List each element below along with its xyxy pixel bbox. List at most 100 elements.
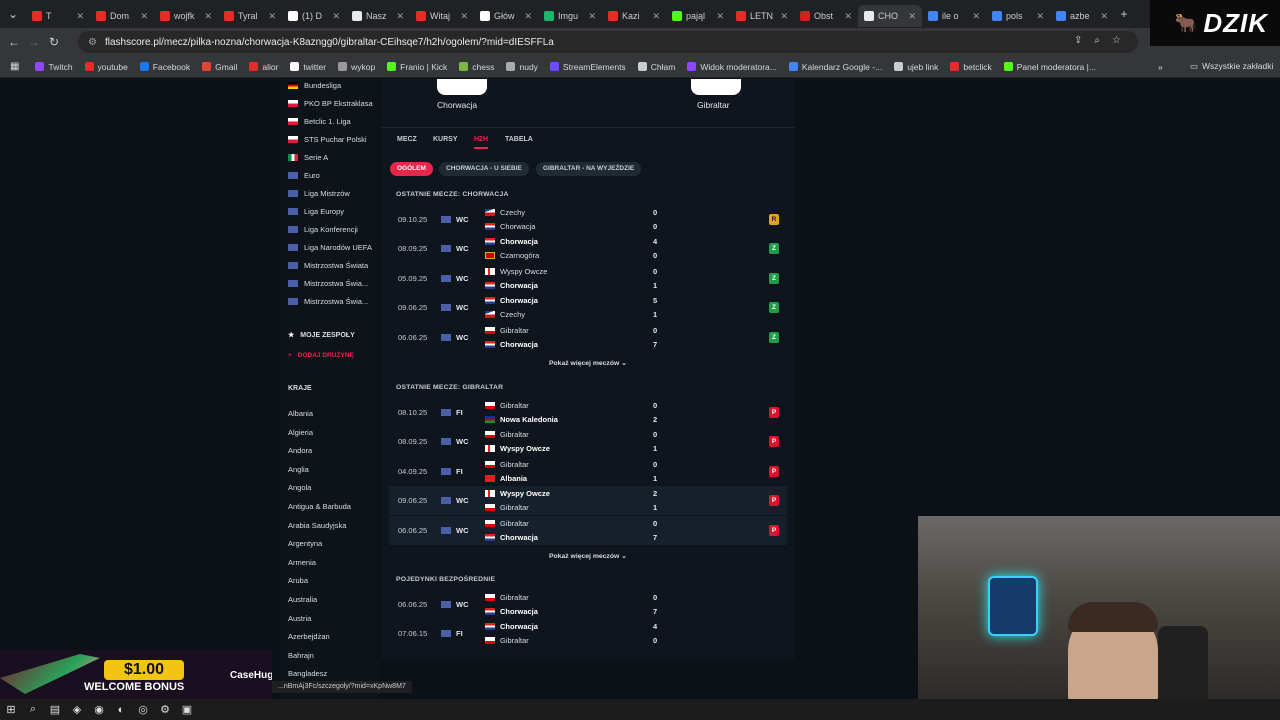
sidebar-league-item[interactable]: Liga Mistrzów: [288, 189, 350, 198]
browser-tab[interactable]: wojfk ✕: [154, 5, 218, 27]
match-row[interactable]: 07.06.15 FI Chorwacja 4 Gibraltar 0: [389, 619, 787, 648]
country-item[interactable]: Australia: [288, 595, 317, 604]
sidebar-league-item[interactable]: Mistrzostwa Świa...: [288, 297, 368, 306]
home-team-name[interactable]: Chorwacja: [437, 100, 477, 110]
bookmark-item[interactable]: Widok moderatora...: [681, 62, 783, 72]
zoom-icon[interactable]: ⌕: [1094, 35, 1100, 46]
browser-tab[interactable]: (1) D ✕: [282, 5, 346, 27]
bookmark-item[interactable]: Franio | Kick: [381, 62, 453, 72]
country-item[interactable]: Bahrajn: [288, 651, 314, 660]
sidebar-league-item[interactable]: Betclic 1. Liga: [288, 117, 351, 126]
country-item[interactable]: Antigua & Barbuda: [288, 502, 351, 511]
bookmark-item[interactable]: Panel moderatora |...: [998, 62, 1102, 72]
country-item[interactable]: Azerbejdżan: [288, 632, 330, 641]
sidebar-league-item[interactable]: Mistrzostwa Świa...: [288, 279, 368, 288]
browser-tab[interactable]: Witaj ✕: [410, 5, 474, 27]
app2-icon[interactable]: ◎: [132, 703, 154, 716]
filter-pill[interactable]: CHORWACJA - U SIEBIE: [439, 162, 529, 176]
sidebar-league-item[interactable]: Liga Narodów UEFA: [288, 243, 372, 252]
country-item[interactable]: Anglia: [288, 465, 309, 474]
browser-tab[interactable]: LETN ✕: [730, 5, 794, 27]
country-item[interactable]: Armenia: [288, 558, 316, 567]
sidebar-league-item[interactable]: PKO BP Ekstraklasa: [288, 99, 373, 108]
sidebar-league-item[interactable]: Liga Europy: [288, 207, 344, 216]
browser-tab[interactable]: CHO ✕: [858, 5, 922, 27]
close-tab-icon[interactable]: ✕: [204, 11, 212, 22]
bookmark-item[interactable]: chess: [453, 62, 500, 72]
site-info-icon[interactable]: ⚙: [88, 37, 97, 48]
bookmark-item[interactable]: ujeb link: [888, 62, 944, 72]
sidebar-league-item[interactable]: Mistrzostwa Świata: [288, 261, 368, 270]
close-tab-icon[interactable]: ✕: [1100, 11, 1108, 22]
reload-icon[interactable]: ↻: [44, 35, 64, 49]
match-row[interactable]: 09.06.25 WC Chorwacja 5 Czechy 1 Z: [389, 293, 787, 322]
match-row[interactable]: 08.09.25 WC Gibraltar 0 Wyspy Owcze 1 P: [389, 427, 787, 456]
match-row[interactable]: 04.09.25 FI Gibraltar 0 Albania 1 P: [389, 457, 787, 486]
match-row[interactable]: 08.10.25 FI Gibraltar 0 Nowa Kaledonia 2 P: [389, 398, 787, 427]
match-row[interactable]: 06.06.25 WC Gibraltar 0 Chorwacja 7: [389, 590, 787, 619]
match-row[interactable]: 06.06.25 WC Gibraltar 0 Chorwacja 7 Z: [389, 323, 787, 352]
country-item[interactable]: Austria: [288, 614, 311, 623]
close-tab-icon[interactable]: ✕: [76, 11, 84, 22]
away-team-name[interactable]: Gibraltar: [697, 100, 730, 110]
app3-icon[interactable]: ▣: [176, 703, 198, 716]
browser-tab[interactable]: Nasz ✕: [346, 5, 410, 27]
close-tab-icon[interactable]: ✕: [716, 11, 724, 22]
sidebar-league-item[interactable]: STS Puchar Polski: [288, 135, 367, 144]
filter-pill[interactable]: OGÓLEM: [390, 162, 433, 176]
match-row[interactable]: 08.09.25 WC Chorwacja 4 Czarnogóra 0 Z: [389, 234, 787, 263]
match-row[interactable]: 09.10.25 WC Czechy 0 Chorwacja 0 R: [389, 205, 787, 234]
match-row[interactable]: 06.06.25 WC Gibraltar 0 Chorwacja 7 P: [389, 515, 787, 545]
search-icon[interactable]: ⌕: [22, 703, 44, 716]
browser-tab[interactable]: Głów ✕: [474, 5, 538, 27]
browser-tab[interactable]: ile o ✕: [922, 5, 986, 27]
close-tab-icon[interactable]: ✕: [972, 11, 980, 22]
browser-tab[interactable]: Imgu ✕: [538, 5, 602, 27]
install-icon[interactable]: ⇪: [1074, 35, 1082, 46]
close-tab-icon[interactable]: ✕: [268, 11, 276, 22]
browser-tab[interactable]: azbe ✕: [1050, 5, 1114, 27]
close-tab-icon[interactable]: ✕: [1036, 11, 1044, 22]
sidebar-league-item[interactable]: Liga Konferencji: [288, 225, 358, 234]
more-bookmarks-icon[interactable]: »: [1158, 62, 1163, 72]
browser-tab[interactable]: T ✕: [26, 5, 90, 27]
close-tab-icon[interactable]: ✕: [908, 11, 916, 22]
tab-kursy[interactable]: KURSY: [433, 136, 458, 143]
sidebar-league-item[interactable]: Bundesliga: [288, 81, 341, 90]
match-row[interactable]: 09.06.25 WC Wyspy Owcze 2 Gibraltar 1 P: [389, 486, 787, 516]
country-item[interactable]: Bangladesz: [288, 669, 327, 678]
browser-tab[interactable]: Tyral ✕: [218, 5, 282, 27]
sidebar-league-item[interactable]: Euro: [288, 171, 320, 180]
bookmark-star-icon[interactable]: ☆: [1112, 35, 1121, 46]
country-item[interactable]: Aruba: [288, 576, 308, 585]
new-tab-button[interactable]: +: [1114, 7, 1134, 21]
show-more-link[interactable]: Pokaż więcej meczów ⌄: [549, 552, 627, 560]
bookmark-item[interactable]: Facebook: [134, 62, 196, 72]
bookmark-item[interactable]: Gmail: [196, 62, 243, 72]
country-item[interactable]: Argentyna: [288, 539, 322, 548]
close-tab-icon[interactable]: ✕: [524, 11, 532, 22]
forward-icon[interactable]: →: [24, 35, 44, 49]
bookmark-item[interactable]: wykop: [332, 62, 381, 72]
back-icon[interactable]: ←: [4, 35, 24, 49]
close-tab-icon[interactable]: ✕: [396, 11, 404, 22]
bookmark-item[interactable]: youtube: [79, 62, 134, 72]
tab-search-icon[interactable]: ⌄: [0, 7, 26, 21]
country-item[interactable]: Angola: [288, 483, 311, 492]
file-explorer-icon[interactable]: ▤: [44, 703, 66, 716]
tab-tabela[interactable]: TABELA: [505, 136, 533, 143]
bookmark-item[interactable]: Twitch: [29, 62, 78, 72]
browser-tab[interactable]: Obst ✕: [794, 5, 858, 27]
windows-start-icon[interactable]: ⊞: [0, 703, 22, 716]
app-icon[interactable]: ◈: [66, 703, 88, 716]
browser-tab[interactable]: pająl ✕: [666, 5, 730, 27]
close-tab-icon[interactable]: ✕: [780, 11, 788, 22]
country-item[interactable]: Andora: [288, 446, 312, 455]
close-tab-icon[interactable]: ✕: [332, 11, 340, 22]
browser-tab[interactable]: pols ✕: [986, 5, 1050, 27]
close-tab-icon[interactable]: ✕: [652, 11, 660, 22]
browser-tab[interactable]: Kazi ✕: [602, 5, 666, 27]
tab-mecz[interactable]: MECZ: [397, 136, 417, 143]
bookmark-item[interactable]: Kalendarz Google -...: [783, 62, 888, 72]
casehug-ad[interactable]: $1.00 WELCOME BONUS CaseHug: [0, 650, 272, 700]
